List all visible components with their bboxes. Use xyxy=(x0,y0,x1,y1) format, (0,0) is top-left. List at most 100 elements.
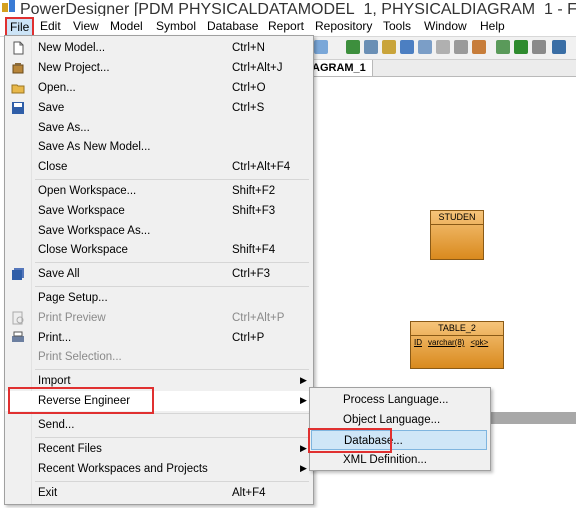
menu-item-label: Save Workspace As... xyxy=(38,225,151,237)
file-menu-dropdown: New Model... Ctrl+N New Project... Ctrl+… xyxy=(4,35,314,505)
save-all-icon xyxy=(12,268,24,280)
menu-item-open[interactable]: Open... Ctrl+O xyxy=(5,78,311,98)
menu-item-label: Save As New Model... xyxy=(38,141,151,153)
menu-item-save-workspace-as[interactable]: Save Workspace As... xyxy=(5,221,311,241)
menu-window[interactable]: Window xyxy=(424,19,467,33)
submenu-item-object-language[interactable]: Object Language... xyxy=(311,410,487,430)
menu-separator xyxy=(35,413,309,414)
menu-item-page-setup[interactable]: Page Setup... xyxy=(5,288,311,308)
menu-model[interactable]: Model xyxy=(110,19,143,33)
toolbar-table-icon[interactable] xyxy=(400,40,414,54)
menu-item-shortcut: Ctrl+O xyxy=(232,82,266,94)
submenu-item-xml-definition[interactable]: XML Definition... xyxy=(311,450,487,470)
menu-item-recent-files[interactable]: Recent Files ▶ xyxy=(5,439,311,459)
menu-item-save-all[interactable]: Save All Ctrl+F3 xyxy=(5,264,311,284)
menu-item-recent-workspaces[interactable]: Recent Workspaces and Projects ▶ xyxy=(5,459,311,479)
save-disk-icon xyxy=(12,102,24,114)
menu-symbol[interactable]: Symbol xyxy=(156,19,196,33)
menu-item-label: Print... xyxy=(38,332,72,344)
menu-tools[interactable]: Tools xyxy=(383,19,411,33)
horizontal-scrollbar[interactable] xyxy=(490,412,576,424)
menu-item-new-model[interactable]: New Model... Ctrl+N xyxy=(5,38,311,58)
menu-file[interactable]: File xyxy=(5,17,35,37)
new-model-icon xyxy=(13,41,24,55)
toolbar-brush-icon[interactable] xyxy=(496,40,510,54)
toolbar-font-icon[interactable] xyxy=(514,40,528,54)
menu-item-label: Save As... xyxy=(38,122,90,134)
menu-item-shortcut: Ctrl+Alt+F4 xyxy=(232,161,291,173)
open-folder-icon xyxy=(11,84,25,94)
submenu-item-database[interactable]: Database... xyxy=(311,430,487,450)
submenu-arrow-icon: ▶ xyxy=(300,395,307,405)
menu-item-shortcut: Ctrl+F3 xyxy=(232,268,271,280)
menu-item-save-as[interactable]: Save As... xyxy=(5,118,311,138)
entity-table-2[interactable]: TABLE_2 ID varchar(8) <pk> xyxy=(410,321,504,369)
column-key: <pk> xyxy=(470,338,489,347)
menu-item-label: Database... xyxy=(344,435,403,447)
menu-separator xyxy=(35,437,309,438)
toolbar-folder-icon[interactable] xyxy=(382,40,396,54)
new-project-icon xyxy=(12,63,24,74)
title-bar: PowerDesigner [PDM PHYSICALDATAMODEL_1, … xyxy=(0,0,576,16)
menu-item-label: Save xyxy=(38,102,65,114)
entity-studen[interactable]: STUDEN xyxy=(430,210,484,260)
menu-item-shortcut: Shift+F2 xyxy=(232,185,276,197)
menu-item-save-as-new-model[interactable]: Save As New Model... xyxy=(5,137,311,157)
menu-separator xyxy=(35,481,309,482)
menu-item-label: Recent Workspaces and Projects xyxy=(38,463,208,475)
toolbar-window-icon[interactable] xyxy=(436,40,450,54)
entity-title: STUDEN xyxy=(431,211,483,225)
menu-item-label: XML Definition... xyxy=(343,454,427,466)
menu-separator xyxy=(35,369,309,370)
menu-item-save-workspace[interactable]: Save Workspace Shift+F3 xyxy=(5,201,311,221)
menu-item-shortcut: Ctrl+S xyxy=(232,102,265,114)
menu-database[interactable]: Database xyxy=(207,19,258,33)
menu-item-label: Import xyxy=(38,375,71,387)
menu-item-exit[interactable]: Exit Alt+F4 xyxy=(5,483,311,503)
toolbar-package-icon[interactable] xyxy=(364,40,378,54)
toolbar-scissors-icon[interactable] xyxy=(532,40,546,54)
tab-physical-diagram[interactable]: AGRAM_1 xyxy=(312,60,373,76)
menu-item-label: New Project... xyxy=(38,62,110,74)
toolbar xyxy=(312,37,576,60)
submenu-arrow-icon: ▶ xyxy=(300,375,307,385)
toolbar-grid-icon[interactable] xyxy=(454,40,468,54)
menu-item-save[interactable]: Save Ctrl+S xyxy=(5,98,311,118)
toolbar-model-icon[interactable] xyxy=(346,40,360,54)
submenu-arrow-icon: ▶ xyxy=(300,463,307,473)
toolbar-pencil-icon[interactable] xyxy=(472,40,486,54)
submenu-item-process-language[interactable]: Process Language... xyxy=(311,390,487,410)
menu-item-send[interactable]: Send... xyxy=(5,415,311,435)
toolbar-zoom-icon[interactable] xyxy=(552,40,566,54)
menu-item-label: Close xyxy=(38,161,68,173)
menu-item-new-project[interactable]: New Project... Ctrl+Alt+J xyxy=(5,58,311,78)
menu-item-close-workspace[interactable]: Close Workspace Shift+F4 xyxy=(5,240,311,260)
print-preview-icon xyxy=(12,311,24,325)
toolbar-settings-icon[interactable] xyxy=(314,40,328,54)
menu-item-shortcut: Ctrl+Alt+J xyxy=(232,62,283,74)
menu-item-open-workspace[interactable]: Open Workspace... Shift+F2 xyxy=(5,181,311,201)
menu-edit[interactable]: Edit xyxy=(40,19,61,33)
menu-item-label: Close Workspace xyxy=(38,244,128,256)
menu-item-print[interactable]: Print... Ctrl+P xyxy=(5,328,311,348)
menu-view[interactable]: View xyxy=(73,19,99,33)
entity-title: TABLE_2 xyxy=(411,322,503,336)
menu-item-label: Save Workspace xyxy=(38,205,125,217)
menu-item-shortcut: Ctrl+Alt+P xyxy=(232,312,285,324)
menu-item-label: Print Preview xyxy=(38,312,106,324)
menu-item-close[interactable]: Close Ctrl+Alt+F4 xyxy=(5,157,311,177)
menu-repository[interactable]: Repository xyxy=(315,19,372,33)
window-title: PowerDesigner [PDM PHYSICALDATAMODEL_1, … xyxy=(20,1,576,16)
menu-item-label: Print Selection... xyxy=(38,351,122,363)
menu-help[interactable]: Help xyxy=(480,19,505,33)
menu-item-label: New Model... xyxy=(38,42,106,54)
column-name: ID xyxy=(414,338,422,347)
menu-item-label: Recent Files xyxy=(38,443,102,455)
menu-item-reverse-engineer[interactable]: Reverse Engineer ▶ xyxy=(5,391,311,411)
menu-report[interactable]: Report xyxy=(268,19,304,33)
menu-item-label: Open... xyxy=(38,82,76,94)
menu-item-label: Process Language... xyxy=(343,394,449,406)
toolbar-check-icon[interactable] xyxy=(418,40,432,54)
menu-item-import[interactable]: Import ▶ xyxy=(5,371,311,391)
menu-item-shortcut: Ctrl+P xyxy=(232,332,265,344)
